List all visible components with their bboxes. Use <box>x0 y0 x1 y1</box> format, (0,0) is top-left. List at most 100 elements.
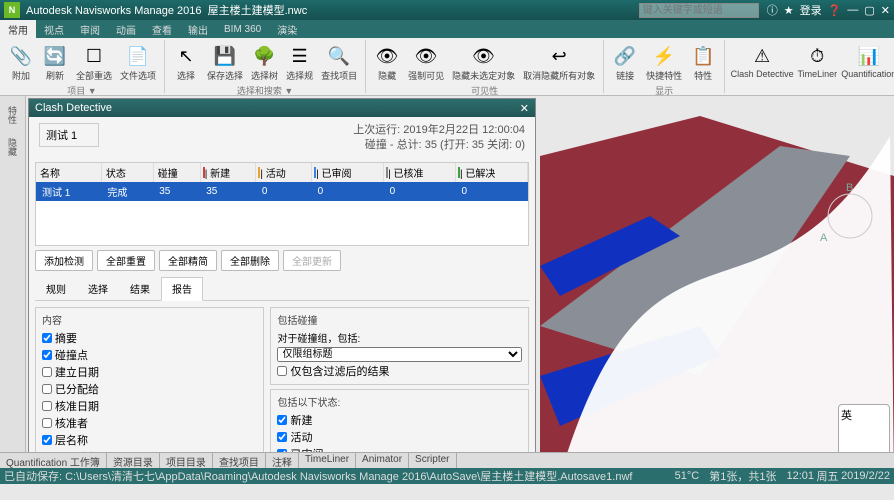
ime-avatar[interactable]: 英 <box>838 404 890 456</box>
star-icon[interactable]: ★ <box>784 4 794 17</box>
timeliner-button[interactable]: ⏱TimeLiner <box>797 42 837 81</box>
find-items-button[interactable]: 🔍查找项目 <box>319 42 359 84</box>
chart-icon: 📊 <box>857 44 881 68</box>
maximize-icon[interactable]: ▢ <box>864 4 874 17</box>
select-button[interactable]: ↖选择 <box>171 42 201 84</box>
compact-all-button[interactable]: 全部精简 <box>159 250 217 271</box>
help-icon[interactable]: ❓ <box>828 4 842 17</box>
group-select[interactable]: 仅限组标题 <box>277 347 522 362</box>
content-title: 内容 <box>42 312 257 327</box>
status-check[interactable]: 新建 <box>277 412 522 428</box>
panel-close-icon[interactable]: ✕ <box>520 102 529 115</box>
bottom-tab[interactable]: 资源目录 <box>107 453 160 468</box>
table-row[interactable]: 测试 1 完成 35 35 0 0 0 0 <box>36 182 528 201</box>
content-check[interactable]: 核准日期 <box>42 398 257 414</box>
content-check[interactable]: 碰撞点 <box>42 347 257 363</box>
select-rule-button[interactable]: ☰选择规 <box>284 42 315 84</box>
bottom-tab[interactable]: TimeLiner <box>299 453 356 468</box>
col-approved[interactable]: | 已核准 <box>384 163 456 182</box>
test-name[interactable]: 测试 1 <box>39 123 99 147</box>
delete-all-button[interactable]: 全部删除 <box>221 250 279 271</box>
update-all-button[interactable]: 全部更新 <box>283 250 341 271</box>
require-button[interactable]: 👁强制可见 <box>406 42 446 84</box>
bottom-tab[interactable]: Quantification 工作簿 <box>0 453 107 468</box>
subtab-rules[interactable]: 规则 <box>35 277 77 300</box>
subtab-report[interactable]: 报告 <box>161 277 203 301</box>
tab-render[interactable]: 演染 <box>269 20 305 38</box>
reselect-button[interactable]: ☐全部重选 <box>74 42 114 84</box>
temp-indicator: 51°C <box>675 470 700 482</box>
quick-props-button[interactable]: ⚡快捷特性 <box>644 42 684 84</box>
autosave-path: 已自动保存: C:\Users\清清七七\AppData\Roaming\Aut… <box>4 468 632 484</box>
content-check[interactable]: 核准者 <box>42 415 257 431</box>
status-check[interactable]: 活动 <box>277 429 522 445</box>
quantification-button[interactable]: 📊Quantification <box>842 42 894 81</box>
search-input[interactable] <box>639 3 759 18</box>
content-check[interactable]: 建立日期 <box>42 364 257 380</box>
close-icon[interactable]: ✕ <box>881 4 890 17</box>
ribbon: 📎附加 🔄刷新 ☐全部重选 📄文件选项 项目 ▼ ↖选择 💾保存选择 🌳选择树 … <box>0 38 894 96</box>
tab-view[interactable]: 查看 <box>144 20 180 38</box>
sidebar-item[interactable]: 隐藏 <box>6 134 19 160</box>
col-reviewed[interactable]: | 已审阅 <box>312 163 384 182</box>
login-button[interactable]: 登录 <box>800 2 822 18</box>
col-name[interactable]: 名称 <box>36 163 101 182</box>
reset-all-button[interactable]: 全部重置 <box>97 250 155 271</box>
app-title: Autodesk Navisworks Manage 2016 屋主楼土建模型.… <box>26 2 307 18</box>
save-select-button[interactable]: 💾保存选择 <box>205 42 245 84</box>
content-check[interactable]: 层名称 <box>42 432 257 448</box>
save-icon: 💾 <box>213 44 237 68</box>
clock-date: 2019/2/22 <box>841 470 890 482</box>
tree-icon: 🌳 <box>253 44 277 68</box>
file-icon: 📄 <box>126 44 150 68</box>
hide-button[interactable]: 👁隐藏 <box>372 42 402 84</box>
links-button[interactable]: 🔗链接 <box>610 42 640 84</box>
bottom-tab[interactable]: Scripter <box>409 453 456 468</box>
subtab-select[interactable]: 选择 <box>77 277 119 300</box>
svg-text:A: A <box>820 232 828 244</box>
clash-detective-button[interactable]: ⚠Clash Detective <box>731 42 793 81</box>
link-icon: 🔗 <box>613 44 637 68</box>
bolt-icon: ⚡ <box>652 44 676 68</box>
tab-viewpoint[interactable]: 视点 <box>36 20 72 38</box>
minimize-icon[interactable]: — <box>847 4 858 16</box>
content-check[interactable]: 已分配给 <box>42 381 257 397</box>
props-icon: 📋 <box>691 44 715 68</box>
content-check[interactable]: 摘要 <box>42 330 257 346</box>
append-button[interactable]: 📎附加 <box>6 42 36 84</box>
subtab-results[interactable]: 结果 <box>119 277 161 300</box>
append-icon: 📎 <box>9 44 33 68</box>
col-resolved[interactable]: | 已解决 <box>455 163 527 182</box>
undo-icon: ↩ <box>547 44 571 68</box>
bottom-tab[interactable]: 查找项目 <box>213 453 266 468</box>
unhide-all-button[interactable]: ↩取消隐藏所有对象 <box>521 42 597 84</box>
bottom-tab[interactable]: Animator <box>356 453 409 468</box>
statusbar: 已自动保存: C:\Users\清清七七\AppData\Roaming\Aut… <box>0 468 894 484</box>
bottom-tab[interactable]: 注释 <box>266 453 299 468</box>
tab-bim360[interactable]: BIM 360 <box>216 20 269 38</box>
add-test-button[interactable]: 添加检测 <box>35 250 93 271</box>
tab-output[interactable]: 输出 <box>180 20 216 38</box>
clash-summary: 碰撞 - 总计: 35 (打开: 35 关闭: 0) <box>353 138 525 153</box>
col-clashes[interactable]: 碰撞 <box>153 163 200 182</box>
filter-checkbox[interactable] <box>277 366 287 376</box>
refresh-icon: 🔄 <box>43 44 67 68</box>
clash-icon: ⚠ <box>750 44 774 68</box>
props-button[interactable]: 📋特性 <box>688 42 718 84</box>
col-active[interactable]: | 活动 <box>256 163 312 182</box>
sidebar-item[interactable]: 特性 <box>6 102 19 128</box>
hide-unselected-button[interactable]: 👁隐藏未选定对象 <box>450 42 517 84</box>
tab-animation[interactable]: 动画 <box>108 20 144 38</box>
info-icon[interactable]: ⓘ <box>767 2 778 18</box>
clock-icon: ⏱ <box>805 44 829 68</box>
tab-review[interactable]: 审阅 <box>72 20 108 38</box>
refresh-button[interactable]: 🔄刷新 <box>40 42 70 84</box>
tab-home[interactable]: 常用 <box>0 20 36 38</box>
col-new[interactable]: | 新建 <box>200 163 256 182</box>
col-status[interactable]: 状态 <box>101 163 153 182</box>
bottom-tabs: Quantification 工作簿 资源目录 项目目录 查找项目 注释 Tim… <box>0 452 894 468</box>
file-options-button[interactable]: 📄文件选项 <box>118 42 158 84</box>
bottom-tab[interactable]: 项目目录 <box>160 453 213 468</box>
eye-off-icon: 👁 <box>472 44 496 68</box>
select-tree-button[interactable]: 🌳选择树 <box>249 42 280 84</box>
